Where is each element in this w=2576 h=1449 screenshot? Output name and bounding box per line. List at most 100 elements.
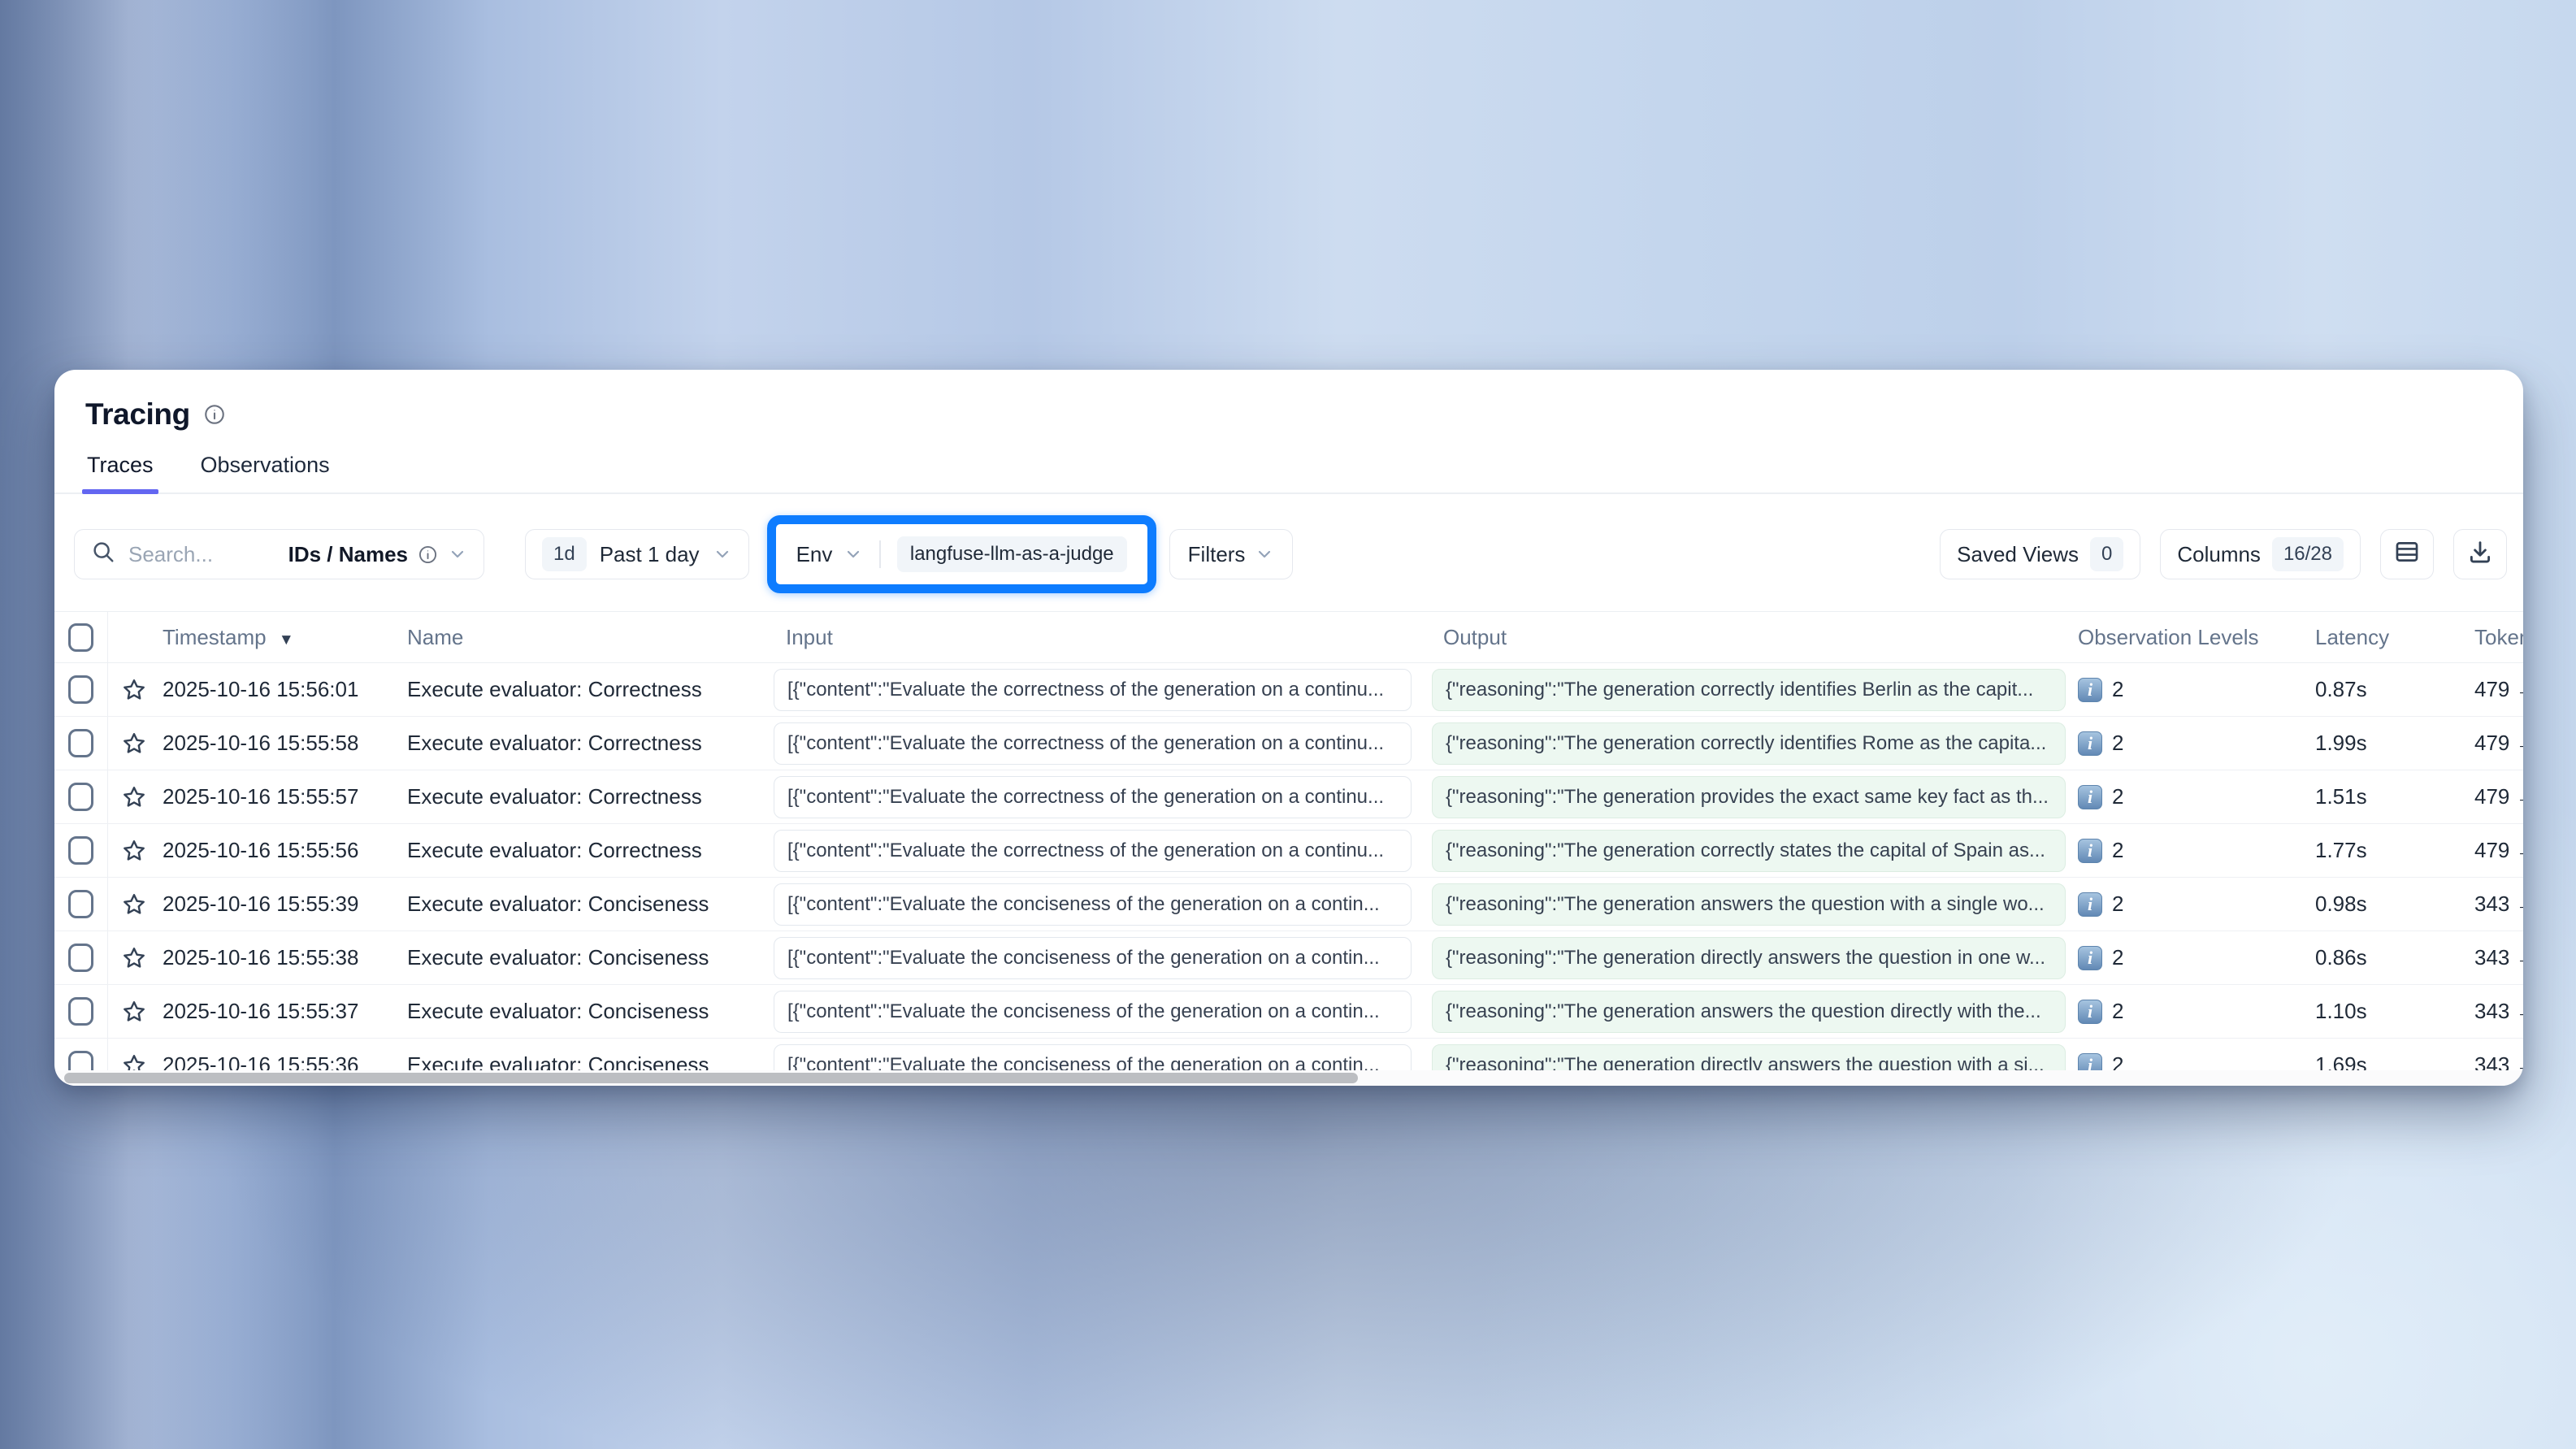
timestamp-cell[interactable]: 2025-10-16 15:55:37 bbox=[160, 999, 407, 1024]
table-row[interactable]: 2025-10-16 15:55:58 Execute evaluator: C… bbox=[54, 717, 2523, 770]
row-star-cell bbox=[108, 784, 160, 810]
table-row[interactable]: 2025-10-16 15:55:56 Execute evaluator: C… bbox=[54, 824, 2523, 878]
timestamp-cell[interactable]: 2025-10-16 15:55:56 bbox=[160, 838, 407, 863]
time-range-badge: 1d bbox=[542, 537, 587, 571]
name-cell[interactable]: Execute evaluator: Correctness bbox=[407, 677, 774, 702]
row-star-cell bbox=[108, 892, 160, 918]
input-preview[interactable]: [{"content":"Evaluate the correctness of… bbox=[774, 830, 1412, 872]
output-preview[interactable]: {"reasoning":"The generation provides th… bbox=[1432, 776, 2066, 818]
info-level-icon: i bbox=[2078, 839, 2102, 863]
header-latency[interactable]: Latency bbox=[2315, 625, 2474, 650]
env-filter-select[interactable]: Env langfuse-llm-as-a-judge bbox=[782, 530, 1142, 579]
table-row[interactable]: 2025-10-16 15:55:57 Execute evaluator: C… bbox=[54, 770, 2523, 824]
timestamp-cell[interactable]: 2025-10-16 15:56:01 bbox=[160, 677, 407, 702]
row-checkbox[interactable] bbox=[68, 675, 93, 704]
row-checkbox[interactable] bbox=[68, 836, 93, 865]
header-input[interactable]: Input bbox=[774, 625, 1432, 650]
latency-cell: 1.77s bbox=[2315, 838, 2474, 863]
input-preview[interactable]: [{"content":"Evaluate the conciseness of… bbox=[774, 883, 1412, 926]
observation-levels-cell: i2 bbox=[2078, 838, 2315, 863]
row-height-button[interactable] bbox=[2380, 529, 2434, 579]
name-cell[interactable]: Execute evaluator: Correctness bbox=[407, 784, 774, 809]
info-level-icon: i bbox=[2078, 946, 2102, 970]
filters-button[interactable]: Filters bbox=[1169, 529, 1294, 579]
info-level-icon: i bbox=[2078, 731, 2102, 756]
name-cell[interactable]: Execute evaluator: Correctness bbox=[407, 838, 774, 863]
row-checkbox[interactable] bbox=[68, 997, 93, 1026]
star-icon[interactable] bbox=[121, 838, 147, 864]
header-timestamp[interactable]: Timestamp ▼ bbox=[160, 625, 407, 650]
table-row[interactable]: 2025-10-16 15:55:39 Execute evaluator: C… bbox=[54, 878, 2523, 931]
name-cell[interactable]: Execute evaluator: Correctness bbox=[407, 731, 774, 756]
row-checkbox[interactable] bbox=[68, 729, 93, 757]
table-row[interactable]: 2025-10-16 15:55:37 Execute evaluator: C… bbox=[54, 985, 2523, 1039]
timestamp-cell[interactable]: 2025-10-16 15:55:39 bbox=[160, 892, 407, 917]
star-icon[interactable] bbox=[121, 999, 147, 1025]
header-tokens[interactable]: Tokens bbox=[2474, 625, 2523, 650]
observation-levels-cell: i2 bbox=[2078, 999, 2315, 1024]
tab-observations[interactable]: Observations bbox=[201, 453, 330, 492]
toolbar-right-group: Saved Views 0 Columns 16/28 bbox=[1940, 529, 2507, 579]
row-star-cell bbox=[108, 945, 160, 971]
star-icon[interactable] bbox=[121, 945, 147, 971]
row-select-cell bbox=[54, 931, 108, 984]
select-all-checkbox[interactable] bbox=[68, 623, 93, 652]
info-level-icon: i bbox=[2078, 678, 2102, 702]
latency-cell: 1.51s bbox=[2315, 784, 2474, 809]
scrollbar-thumb[interactable] bbox=[64, 1073, 1358, 1083]
timestamp-cell[interactable]: 2025-10-16 15:55:57 bbox=[160, 784, 407, 809]
header-observation-levels[interactable]: Observation Levels bbox=[2078, 625, 2315, 650]
input-preview[interactable]: [{"content":"Evaluate the conciseness of… bbox=[774, 937, 1412, 979]
search-scope-select[interactable]: IDs / Names bbox=[288, 542, 467, 567]
chevron-down-icon bbox=[713, 544, 732, 564]
input-preview[interactable]: [{"content":"Evaluate the correctness of… bbox=[774, 669, 1412, 711]
row-checkbox[interactable] bbox=[68, 944, 93, 972]
search-input[interactable] bbox=[128, 542, 275, 567]
star-icon[interactable] bbox=[121, 677, 147, 703]
row-checkbox[interactable] bbox=[68, 890, 93, 918]
observation-levels-cell: i2 bbox=[2078, 731, 2315, 756]
tokens-cell: 343 → bbox=[2474, 945, 2523, 970]
row-checkbox[interactable] bbox=[68, 783, 93, 811]
input-preview[interactable]: [{"content":"Evaluate the correctness of… bbox=[774, 776, 1412, 818]
star-icon[interactable] bbox=[121, 892, 147, 918]
name-cell[interactable]: Execute evaluator: Conciseness bbox=[407, 999, 774, 1024]
search-icon bbox=[91, 540, 115, 570]
input-preview[interactable]: [{"content":"Evaluate the correctness of… bbox=[774, 722, 1412, 765]
tab-traces[interactable]: Traces bbox=[87, 453, 154, 492]
star-icon[interactable] bbox=[121, 784, 147, 810]
timestamp-cell[interactable]: 2025-10-16 15:55:58 bbox=[160, 731, 407, 756]
select-all-cell bbox=[54, 612, 108, 662]
search-box[interactable]: IDs / Names bbox=[74, 529, 484, 579]
output-preview[interactable]: {"reasoning":"The generation correctly i… bbox=[1432, 722, 2066, 765]
input-preview[interactable]: [{"content":"Evaluate the conciseness of… bbox=[774, 991, 1412, 1033]
output-preview[interactable]: {"reasoning":"The generation answers the… bbox=[1432, 883, 2066, 926]
output-preview[interactable]: {"reasoning":"The generation answers the… bbox=[1432, 991, 2066, 1033]
table-row[interactable]: 2025-10-16 15:56:01 Execute evaluator: C… bbox=[54, 663, 2523, 717]
horizontal-scrollbar[interactable] bbox=[54, 1070, 2523, 1086]
export-button[interactable] bbox=[2453, 529, 2507, 579]
output-preview[interactable]: {"reasoning":"The generation directly an… bbox=[1432, 937, 2066, 979]
output-preview[interactable]: {"reasoning":"The generation correctly s… bbox=[1432, 830, 2066, 872]
tokens-cell: 343 → bbox=[2474, 999, 2523, 1024]
traces-table: Timestamp ▼ Name Input Output Observatio… bbox=[54, 611, 2523, 1086]
info-icon[interactable] bbox=[203, 403, 226, 426]
table-row[interactable]: 2025-10-16 15:55:38 Execute evaluator: C… bbox=[54, 931, 2523, 985]
name-cell[interactable]: Execute evaluator: Conciseness bbox=[407, 945, 774, 970]
star-icon[interactable] bbox=[121, 731, 147, 757]
observation-levels-cell: i2 bbox=[2078, 892, 2315, 917]
columns-button[interactable]: Columns 16/28 bbox=[2160, 529, 2361, 579]
latency-cell: 1.10s bbox=[2315, 999, 2474, 1024]
name-cell[interactable]: Execute evaluator: Conciseness bbox=[407, 892, 774, 917]
download-icon bbox=[2466, 538, 2494, 571]
tokens-cell: 343 → bbox=[2474, 892, 2523, 917]
timestamp-cell[interactable]: 2025-10-16 15:55:38 bbox=[160, 945, 407, 970]
time-range-select[interactable]: 1d Past 1 day bbox=[525, 529, 749, 579]
header-output[interactable]: Output bbox=[1432, 625, 2078, 650]
env-filter-value-badge[interactable]: langfuse-llm-as-a-judge bbox=[897, 536, 1127, 572]
saved-views-button[interactable]: Saved Views 0 bbox=[1940, 529, 2140, 579]
header-name[interactable]: Name bbox=[407, 625, 774, 650]
table-header-row: Timestamp ▼ Name Input Output Observatio… bbox=[54, 611, 2523, 663]
toolbar: IDs / Names 1d Past 1 day Env bbox=[54, 494, 2523, 611]
output-preview[interactable]: {"reasoning":"The generation correctly i… bbox=[1432, 669, 2066, 711]
